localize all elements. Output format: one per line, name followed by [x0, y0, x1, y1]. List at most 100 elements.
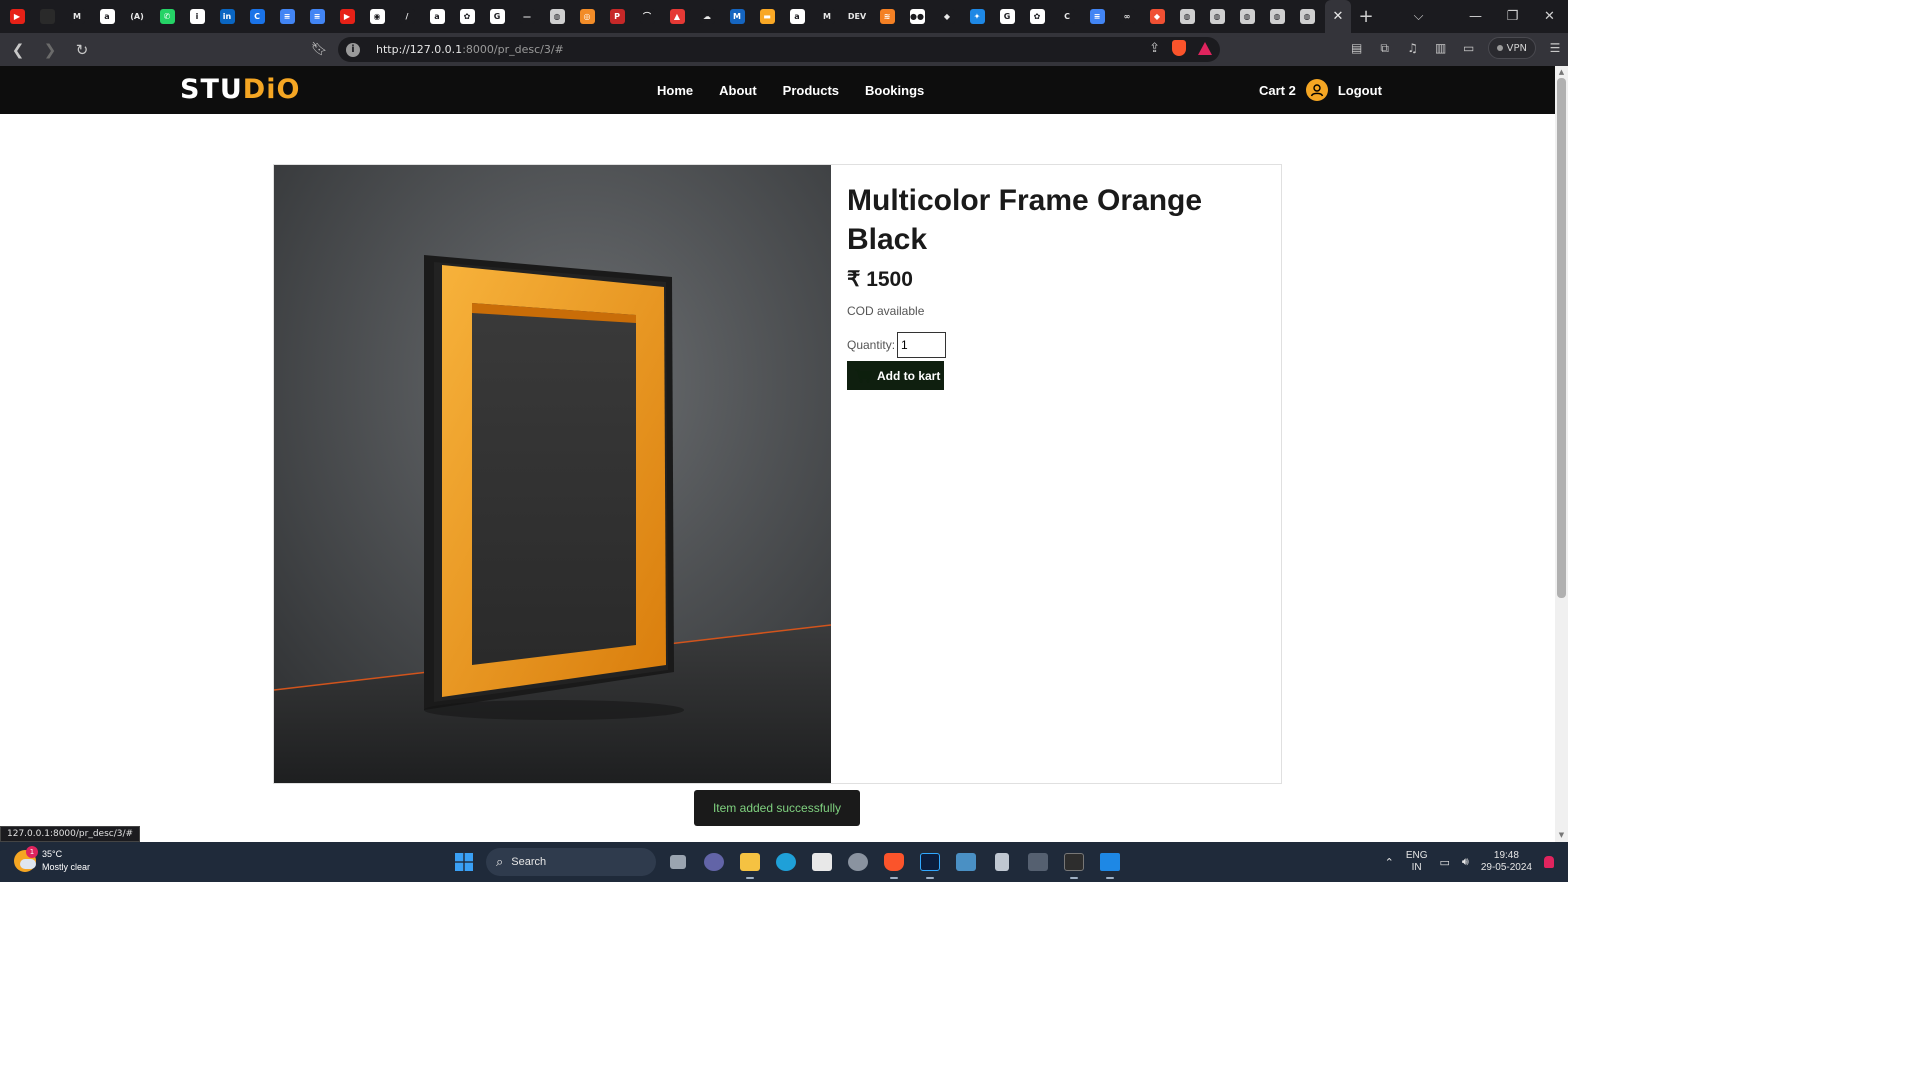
- start-button[interactable]: [446, 842, 482, 882]
- browser-tab[interactable]: ◆: [932, 0, 962, 33]
- browser-tab[interactable]: G: [992, 0, 1022, 33]
- nav-products[interactable]: Products: [783, 83, 839, 98]
- page-scrollbar[interactable]: ▲ ▼: [1555, 66, 1568, 843]
- tray-chevron-icon[interactable]: ⌃: [1385, 856, 1394, 869]
- clock[interactable]: 19:48 29-05-2024: [1481, 850, 1532, 874]
- browser-tab[interactable]: a: [782, 0, 812, 33]
- share-icon[interactable]: ⇪: [1149, 41, 1160, 56]
- scrollbar-thumb[interactable]: [1557, 78, 1566, 598]
- browser-tab[interactable]: ✦: [962, 0, 992, 33]
- extensions-icon[interactable]: ⧉: [1376, 39, 1394, 57]
- sidebar-icon[interactable]: ▥: [1432, 39, 1450, 57]
- extension-badge-icon[interactable]: ▤: [1348, 39, 1366, 57]
- browser-tab[interactable]: ◍: [542, 0, 572, 33]
- terminal-app[interactable]: [1056, 842, 1092, 882]
- reload-button[interactable]: ↻: [68, 36, 96, 64]
- file-explorer-app[interactable]: [732, 842, 768, 882]
- browser-tab[interactable]: /: [392, 0, 422, 33]
- active-tab[interactable]: ✕: [1325, 0, 1351, 33]
- cart-link[interactable]: Cart 2: [1259, 83, 1296, 98]
- scroll-up-icon[interactable]: ▲: [1555, 68, 1568, 78]
- browser-tab[interactable]: M: [812, 0, 842, 33]
- browser-tab[interactable]: ≡: [272, 0, 302, 33]
- browser-tab[interactable]: ◍: [1262, 0, 1292, 33]
- url-text[interactable]: http://127.0.0.1:8000/pr_desc/3/#: [376, 43, 564, 56]
- browser-tab[interactable]: in: [212, 0, 242, 33]
- logout-link[interactable]: Logout: [1338, 83, 1382, 98]
- browser-tab[interactable]: a: [92, 0, 122, 33]
- music-icon[interactable]: ♫: [1404, 39, 1422, 57]
- edge-app[interactable]: [768, 842, 804, 882]
- taskbar-search[interactable]: ⌕ Search: [486, 848, 656, 876]
- snipping-tool-app[interactable]: [1020, 842, 1056, 882]
- weather-widget[interactable]: 1 35°C Mostly clear: [14, 846, 90, 874]
- browser-tab[interactable]: ≡: [302, 0, 332, 33]
- browser-tab[interactable]: ◍: [1232, 0, 1262, 33]
- browser-tab[interactable]: ✆: [152, 0, 182, 33]
- task-view-app[interactable]: [660, 842, 696, 882]
- nav-home[interactable]: Home: [657, 83, 693, 98]
- browser-tab[interactable]: ▲: [662, 0, 692, 33]
- forward-button[interactable]: ❯: [36, 36, 64, 64]
- quantity-input[interactable]: [897, 332, 947, 358]
- scroll-down-icon[interactable]: ▼: [1555, 831, 1568, 841]
- notification-bell-icon[interactable]: [1544, 856, 1554, 868]
- wallet-icon[interactable]: ▭: [1460, 39, 1478, 57]
- store-app[interactable]: [804, 842, 840, 882]
- site-info-icon[interactable]: i: [346, 42, 360, 57]
- brave-app[interactable]: [876, 842, 912, 882]
- browser-tab[interactable]: ◍: [1172, 0, 1202, 33]
- browser-tab[interactable]: G: [482, 0, 512, 33]
- browser-tab[interactable]: a: [422, 0, 452, 33]
- minimize-icon[interactable]: —: [1457, 9, 1494, 24]
- browser-tab[interactable]: (A): [122, 0, 152, 33]
- address-bar[interactable]: i http://127.0.0.1:8000/pr_desc/3/# ⇪: [338, 37, 1220, 62]
- close-window-icon[interactable]: ✕: [1531, 9, 1568, 24]
- vscode-app[interactable]: [1092, 842, 1128, 882]
- browser-tab[interactable]: C: [1052, 0, 1082, 33]
- new-tab-button[interactable]: +: [1351, 0, 1381, 33]
- browser-tab[interactable]: P: [602, 0, 632, 33]
- browser-tab[interactable]: M: [62, 0, 92, 33]
- browser-tab[interactable]: i: [182, 0, 212, 33]
- browser-tab[interactable]: [32, 0, 62, 33]
- browser-tab[interactable]: —: [512, 0, 542, 33]
- back-button[interactable]: ❮: [4, 36, 32, 64]
- brave-shields-icon[interactable]: [1172, 40, 1186, 56]
- browser-tab[interactable]: ◎: [572, 0, 602, 33]
- add-to-kart-button[interactable]: Add to kart: [847, 361, 944, 390]
- browser-tab[interactable]: ◆: [1142, 0, 1172, 33]
- browser-tab[interactable]: ◍: [1202, 0, 1232, 33]
- brave-rewards-icon[interactable]: [1198, 41, 1212, 55]
- user-avatar-icon[interactable]: [1305, 79, 1328, 101]
- browser-tab[interactable]: ✿: [452, 0, 482, 33]
- browser-tab[interactable]: ◍: [1292, 0, 1322, 33]
- browser-tab[interactable]: ≡: [1082, 0, 1112, 33]
- browser-tab[interactable]: ☁: [692, 0, 722, 33]
- vpn-button[interactable]: VPN: [1487, 37, 1536, 59]
- photoshop-app[interactable]: [912, 842, 948, 882]
- browser-tab[interactable]: ∞: [1112, 0, 1142, 33]
- close-tab-icon[interactable]: ✕: [1331, 9, 1346, 24]
- tab-search-chevron-icon[interactable]: ⌵: [1400, 9, 1437, 24]
- browser-tab[interactable]: ▶: [2, 0, 32, 33]
- nav-bookings[interactable]: Bookings: [865, 83, 924, 98]
- calculator-app[interactable]: [984, 842, 1020, 882]
- restore-icon[interactable]: ❐: [1494, 9, 1531, 24]
- monitor-app[interactable]: [948, 842, 984, 882]
- network-icon[interactable]: ▭: [1440, 856, 1450, 869]
- browser-tab[interactable]: ⌒: [632, 0, 662, 33]
- browser-tab[interactable]: ●●: [902, 0, 932, 33]
- browser-tab[interactable]: C: [242, 0, 272, 33]
- bookmark-icon[interactable]: 🔖︎: [310, 40, 328, 58]
- browser-tab[interactable]: ▶: [332, 0, 362, 33]
- settings-app[interactable]: [840, 842, 876, 882]
- browser-tab[interactable]: ≋: [872, 0, 902, 33]
- nav-about[interactable]: About: [719, 83, 757, 98]
- studio-logo[interactable]: STUDiO: [180, 74, 300, 105]
- browser-tab[interactable]: ▬: [752, 0, 782, 33]
- menu-icon[interactable]: ☰: [1546, 39, 1564, 57]
- browser-tab[interactable]: ✿: [1022, 0, 1052, 33]
- language-indicator[interactable]: ENG IN: [1406, 850, 1428, 874]
- volume-icon[interactable]: 🔊︎: [1462, 855, 1469, 869]
